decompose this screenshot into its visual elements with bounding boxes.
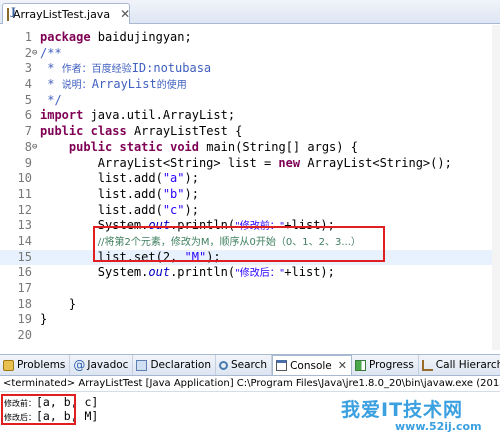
code-line-10: 10 list.add("a"); <box>17 171 199 186</box>
console-status-line: <terminated> ArrayListTest [Java Applica… <box>0 376 500 391</box>
call-hierarchy-icon <box>421 359 433 371</box>
code-line-8: 8 ⊖ public static void main(String[] args… <box>24 139 358 156</box>
code-line-5: 5 */ <box>24 92 62 107</box>
code-line-7: 7 public class ArrayListTest { <box>24 124 243 139</box>
code-line-17: 17 <box>17 281 32 295</box>
bottom-panel-tabs: Problems @ Javadoc Declaration Search Co… <box>0 354 500 376</box>
tab-progress[interactable]: Progress <box>352 355 419 375</box>
code-line-12: 12 list.add("c"); <box>17 202 199 217</box>
code-line-20: 20 <box>17 328 32 343</box>
tab-call-hierarchy[interactable]: Call Hierarchy <box>419 355 500 375</box>
watermark: 我爱IT技术网 www.52ij.com <box>325 393 497 439</box>
code-line-11: 11 list.add("b"); <box>17 186 199 201</box>
tab-declaration[interactable]: Declaration <box>133 355 216 375</box>
code-line-18: 18 } <box>17 296 77 311</box>
code-line-9: 9 ArrayList<String> list = new ArrayList… <box>24 155 452 170</box>
editor-scrollbar[interactable] <box>492 25 500 350</box>
code-editor[interactable]: 1 package baidujingyan; 2 ⊖/** 3 * 作者：百度经验… <box>0 25 500 350</box>
console-highlight-box <box>1 394 76 425</box>
watermark-text: 我爱IT技术网 <box>341 399 464 421</box>
editor-tab-title: ArrayListTest.java <box>13 7 111 21</box>
tab-javadoc[interactable]: @ Javadoc <box>70 355 134 375</box>
code-lines: 1 package baidujingyan; 2 ⊖/** 3 * 作者：百度经验… <box>0 30 500 344</box>
console-icon <box>276 360 288 371</box>
fold-toggle-icon[interactable]: ⊖ <box>32 140 37 156</box>
java-file-icon <box>7 7 16 21</box>
code-line-19: 19} <box>17 312 48 327</box>
editor-tab-arraylisttest[interactable]: ArrayListTest.java ✕ <box>2 3 130 24</box>
search-icon <box>219 360 228 370</box>
code-line-1: 1 package baidujingyan; <box>24 30 192 44</box>
code-line-3: 3 * 作者：百度经验ID:notubasa <box>24 61 212 76</box>
code-line-16: 16 System.out.println("修改后："+list); <box>17 265 335 280</box>
javadoc-icon: @ <box>73 357 86 372</box>
progress-icon <box>354 359 366 371</box>
editor-tab-bar: ArrayListTest.java ✕ <box>0 0 500 24</box>
close-icon[interactable]: ✕ <box>338 359 347 372</box>
problems-icon <box>3 359 14 371</box>
declaration-icon <box>136 359 148 371</box>
code-line-6: 6 import java.util.ArrayList; <box>24 108 236 123</box>
watermark-url: www.52ij.com <box>395 420 482 433</box>
close-icon[interactable]: ✕ <box>120 8 130 20</box>
code-line-4: 4 * 说明：ArrayList的使用 <box>24 77 187 92</box>
fold-toggle-icon[interactable]: ⊖ <box>32 46 37 62</box>
tab-problems[interactable]: Problems <box>0 355 71 375</box>
code-highlight-box <box>93 226 385 262</box>
code-line-2: 2 ⊖/** <box>24 45 62 62</box>
tab-search[interactable]: Search <box>216 355 273 375</box>
tab-console[interactable]: Console ✕ <box>272 355 352 375</box>
